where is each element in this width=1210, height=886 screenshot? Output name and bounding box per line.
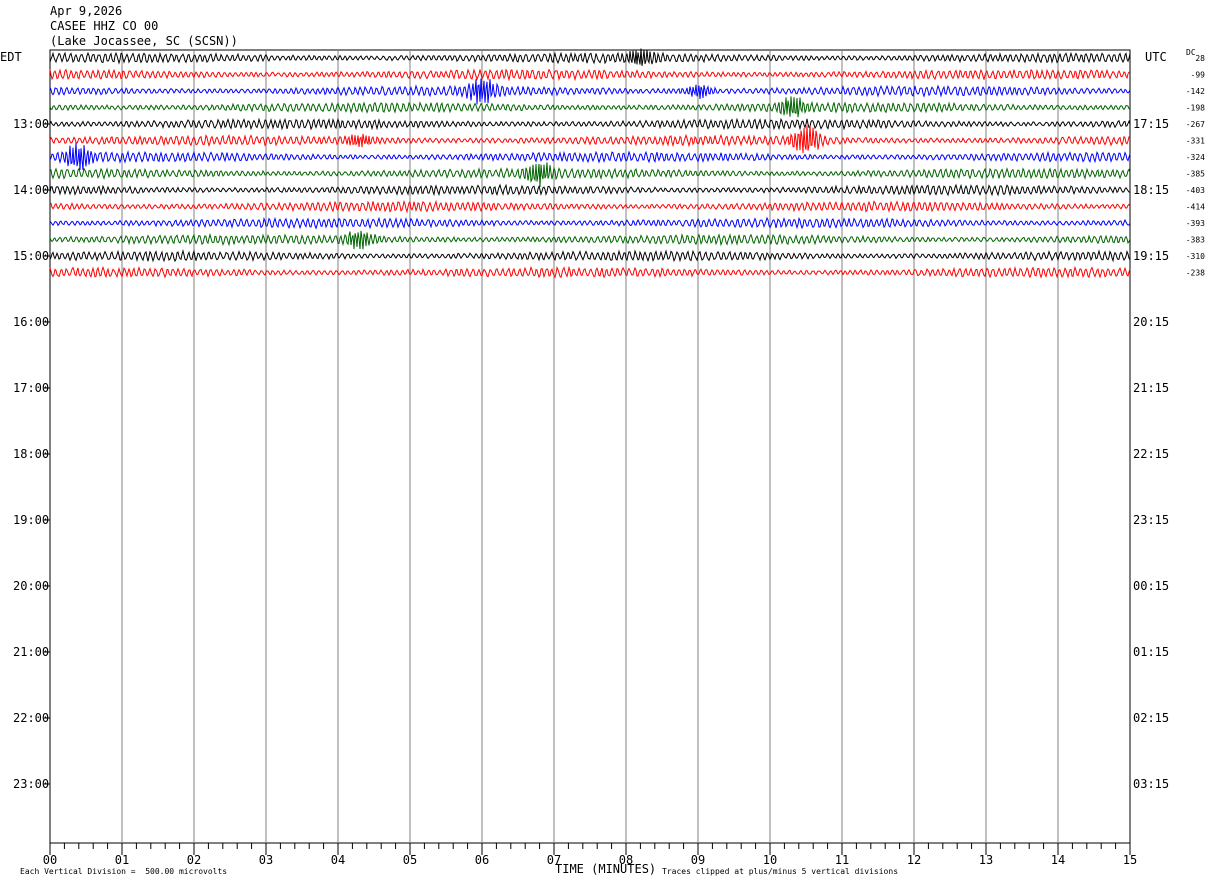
- trace-line: [49, 142, 1131, 171]
- right-hour-label: 19:15: [1133, 249, 1169, 263]
- left-hour-label: 21:00: [13, 645, 49, 659]
- right-hour-label: 20:15: [1133, 315, 1169, 329]
- x-tick-label: 10: [763, 853, 777, 867]
- left-hour-label: 20:00: [13, 579, 49, 593]
- x-tick-label: 00: [43, 853, 57, 867]
- trace-line: [49, 117, 1131, 131]
- dc-offset-label: -383: [1186, 236, 1205, 245]
- dc-offset-label: -385: [1186, 170, 1205, 179]
- dc-offset-label: -310: [1186, 252, 1205, 261]
- dc-offset-label: -99: [1191, 71, 1206, 80]
- left-hour-label: 16:00: [13, 315, 49, 329]
- right-hour-label: 00:15: [1133, 579, 1169, 593]
- right-hour-label: 18:15: [1133, 183, 1169, 197]
- left-hour-label: 15:00: [13, 249, 49, 263]
- x-tick-label: 11: [835, 853, 849, 867]
- right-hour-label: 21:15: [1133, 381, 1169, 395]
- trace-line: [49, 199, 1131, 214]
- x-tick-label: 08: [619, 853, 633, 867]
- right-hour-label: 22:15: [1133, 447, 1169, 461]
- x-tick-label: 09: [691, 853, 705, 867]
- trace-line: [49, 162, 1131, 188]
- dc-offset-label: -142: [1186, 87, 1205, 96]
- trace-line: [49, 68, 1131, 82]
- x-tick-label: 06: [475, 853, 489, 867]
- x-tick-label: 01: [115, 853, 129, 867]
- dc-offset-label: 28: [1195, 54, 1205, 63]
- helicorder-chart: 00 01 02 03 04 05 06 07 08 09 10 11 12 13 14 15 13:00 17:…: [13, 48, 1206, 867]
- right-hour-label: 02:15: [1133, 711, 1169, 725]
- plot-frame: [49, 49, 1131, 844]
- trace-line: [49, 124, 1131, 154]
- x-tick-label: 13: [979, 853, 993, 867]
- right-hour-label: 03:15: [1133, 777, 1169, 791]
- trace-line: [49, 96, 1131, 118]
- dc-offset-label: -238: [1186, 269, 1205, 278]
- left-hour-label: 18:00: [13, 447, 49, 461]
- dc-offset-label: -267: [1186, 120, 1205, 129]
- x-tick-label: 14: [1051, 853, 1065, 867]
- dc-offset-label: -331: [1186, 137, 1205, 146]
- left-hour-label: 22:00: [13, 711, 49, 725]
- dc-offset-label: -198: [1186, 104, 1205, 113]
- right-hour-label: 01:15: [1133, 645, 1169, 659]
- trace-line: [49, 265, 1131, 279]
- x-tick-label: 15: [1123, 853, 1137, 867]
- x-tick-label: 05: [403, 853, 417, 867]
- right-hour-label: 17:15: [1133, 117, 1169, 131]
- left-hour-label: 17:00: [13, 381, 49, 395]
- left-hour-label: 14:00: [13, 183, 49, 197]
- left-hour-label: 19:00: [13, 513, 49, 527]
- x-tick-label: 04: [331, 853, 345, 867]
- dc-offset-label: -393: [1186, 219, 1205, 228]
- x-tick-label: 03: [259, 853, 273, 867]
- left-hour-label: 23:00: [13, 777, 49, 791]
- x-tick-label: 12: [907, 853, 921, 867]
- x-tick-label: 02: [187, 853, 201, 867]
- trace-line: [49, 78, 1131, 105]
- trace-line: [49, 248, 1131, 263]
- trace-line: [49, 183, 1131, 197]
- right-hour-label: 23:15: [1133, 513, 1169, 527]
- trace-line: [49, 48, 1131, 66]
- dc-offset-label: -414: [1186, 203, 1205, 212]
- left-hour-label: 13:00: [13, 117, 49, 131]
- trace-line: [49, 230, 1131, 250]
- dc-offset-label: -324: [1186, 153, 1205, 162]
- trace-line: [49, 216, 1131, 230]
- dc-offset-label: -403: [1186, 186, 1205, 195]
- x-tick-label: 07: [547, 853, 561, 867]
